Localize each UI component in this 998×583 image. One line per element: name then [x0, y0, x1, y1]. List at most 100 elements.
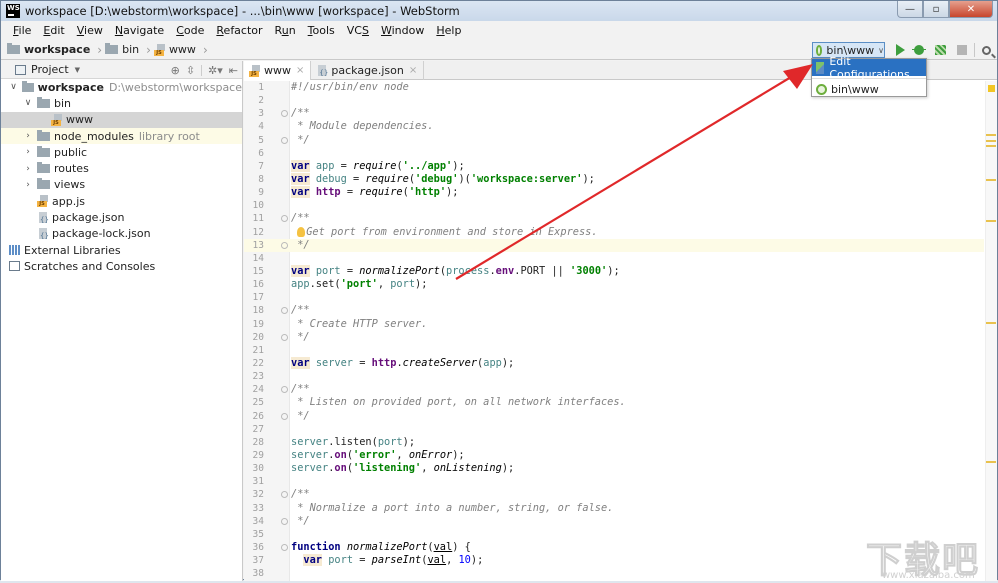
tree-item-views[interactable]: › views	[1, 177, 242, 193]
code-line[interactable]: 5 */	[244, 134, 984, 147]
minimize-button[interactable]: —	[897, 1, 923, 18]
scroll-from-source-icon[interactable]: ⊕	[171, 64, 180, 77]
close-tab-icon[interactable]: ×	[409, 65, 417, 76]
collapse-arrow-icon[interactable]: ›	[23, 164, 33, 174]
fold-marker-icon[interactable]	[281, 412, 288, 420]
hide-panel-icon[interactable]: ⇤	[229, 64, 238, 77]
collapse-arrow-icon[interactable]: ›	[23, 147, 33, 157]
menu-code[interactable]: Code	[170, 22, 210, 40]
code-line[interactable]: 13 */	[244, 238, 984, 252]
code-line[interactable]: 3 /**	[244, 107, 984, 120]
fold-marker-icon[interactable]	[281, 136, 288, 144]
code-line[interactable]: 18 /**	[244, 304, 984, 317]
dropdown-arrow-icon[interactable]: ▼	[75, 66, 80, 74]
fold-marker-icon[interactable]	[281, 386, 288, 394]
code-line[interactable]: 12 Get port from environment and store i…	[244, 226, 984, 239]
collapse-all-icon[interactable]: ⇳	[186, 64, 195, 77]
tree-item-www[interactable]: www	[1, 111, 242, 128]
code-line[interactable]: 19 * Create HTTP server.	[244, 318, 984, 331]
fold-marker-icon[interactable]	[281, 491, 288, 499]
code-line[interactable]: 28 server.listen(port);	[244, 436, 984, 449]
breadcrumb-bin[interactable]: bin	[105, 43, 139, 56]
fold-marker-icon[interactable]	[281, 241, 288, 249]
run-with-coverage-button[interactable]	[933, 43, 947, 57]
tree-item-routes[interactable]: › routes	[1, 160, 242, 176]
editor-scrollbar[interactable]	[985, 81, 997, 581]
code-line[interactable]: 20 */	[244, 331, 984, 344]
menu-run[interactable]: Run	[269, 22, 302, 40]
code-line[interactable]: 11 /**	[244, 212, 984, 225]
code-line[interactable]: 32 /**	[244, 488, 984, 501]
fold-marker-icon[interactable]	[281, 307, 288, 315]
marker[interactable]	[986, 220, 996, 222]
tree-item-node-modules[interactable]: › node_modules library root	[1, 127, 242, 145]
menu-tools[interactable]: Tools	[302, 22, 341, 40]
code-editor[interactable]: 1 #!/usr/bin/env node 2 3/** 4 * Module depe…	[244, 81, 984, 580]
expand-arrow-icon[interactable]: ∨	[23, 98, 33, 108]
intention-bulb-icon[interactable]	[297, 226, 306, 237]
inspection-status-icon[interactable]	[988, 85, 995, 92]
tab-package-json[interactable]: package.json ×	[311, 61, 425, 80]
tree-item-app-js[interactable]: app.js	[1, 193, 242, 209]
menu-edit[interactable]: Edit	[37, 22, 70, 40]
code-line[interactable]: 26 */	[244, 410, 984, 423]
project-view-selector[interactable]: Project	[31, 63, 69, 76]
code-line[interactable]: 27	[244, 423, 984, 436]
tree-item-workspace[interactable]: ∨ workspace D:\webstorm\workspace	[1, 79, 242, 95]
config-item-bin-www[interactable]: bin\www	[812, 81, 926, 98]
menu-window[interactable]: Window	[375, 22, 430, 40]
close-tab-icon[interactable]: ×	[296, 65, 304, 76]
collapse-arrow-icon[interactable]: ›	[23, 131, 33, 141]
menu-refactor[interactable]: Refactor	[210, 22, 268, 40]
menu-help[interactable]: Help	[430, 22, 467, 40]
fold-marker-icon[interactable]	[281, 517, 288, 525]
close-button[interactable]: ✕	[949, 1, 993, 18]
marker[interactable]	[986, 134, 996, 136]
fold-marker-icon[interactable]	[281, 333, 288, 341]
code-line[interactable]: 16 app.set('port', port);	[244, 278, 984, 291]
code-line[interactable]: 14	[244, 252, 984, 265]
menu-view[interactable]: View	[71, 22, 109, 40]
code-line[interactable]: 29 server.on('error', onError);	[244, 449, 984, 462]
code-line[interactable]: 22 var server = http.createServer(app);	[244, 356, 984, 370]
code-line[interactable]: 4 * Module dependencies.	[244, 120, 984, 133]
tree-item-external-libraries[interactable]: External Libraries	[1, 242, 242, 258]
marker[interactable]	[986, 145, 996, 147]
code-line[interactable]: 33 * Normalize a port into a number, str…	[244, 502, 984, 515]
code-line[interactable]: 34 */	[244, 515, 984, 528]
marker[interactable]	[986, 322, 996, 324]
tree-item-scratches-and-consoles[interactable]: Scratches and Consoles	[1, 258, 242, 274]
stop-button[interactable]	[955, 43, 969, 57]
menu-navigate[interactable]: Navigate	[109, 22, 170, 40]
search-everywhere-button[interactable]	[979, 43, 993, 57]
tree-item-public[interactable]: › public	[1, 144, 242, 160]
code-line[interactable]: 23	[244, 370, 984, 383]
tree-item-bin[interactable]: ∨ bin	[1, 95, 242, 111]
code-line[interactable]: 10	[244, 199, 984, 212]
menu-vcs[interactable]: VCS	[341, 22, 375, 40]
code-line[interactable]: 6	[244, 147, 984, 160]
fold-marker-icon[interactable]	[281, 110, 288, 118]
tree-item-package-json[interactable]: package.json	[1, 209, 242, 225]
code-line[interactable]: 15 var port = normalizePort(process.env.P…	[244, 264, 984, 278]
tree-item-package-lock-json[interactable]: package-lock.json	[1, 226, 242, 242]
maximize-button[interactable]: ▫	[923, 1, 949, 18]
code-line[interactable]: 21	[244, 344, 984, 357]
marker[interactable]	[986, 461, 996, 463]
edit-configurations-item[interactable]: Edit Configurations...	[812, 55, 926, 81]
marker[interactable]	[986, 140, 996, 142]
code-line[interactable]: 31	[244, 475, 984, 488]
code-line[interactable]: 9 var http = require('http');	[244, 186, 984, 199]
code-line[interactable]: 17	[244, 291, 984, 304]
tab-www[interactable]: www ×	[244, 61, 312, 80]
gear-icon[interactable]: ✲▾	[208, 64, 223, 77]
code-line[interactable]: 25 * Listen on provided port, on all net…	[244, 396, 984, 409]
breadcrumb-www[interactable]: www	[153, 43, 196, 56]
expand-arrow-icon[interactable]: ∨	[9, 82, 18, 92]
fold-marker-icon[interactable]	[281, 543, 288, 551]
code-line[interactable]: 24 /**	[244, 383, 984, 396]
marker[interactable]	[986, 179, 996, 181]
code-line[interactable]: 7 var app = require('../app');	[244, 159, 984, 173]
collapse-arrow-icon[interactable]: ›	[23, 180, 33, 190]
code-line[interactable]: 30 server.on('listening', onListening);	[244, 462, 984, 475]
